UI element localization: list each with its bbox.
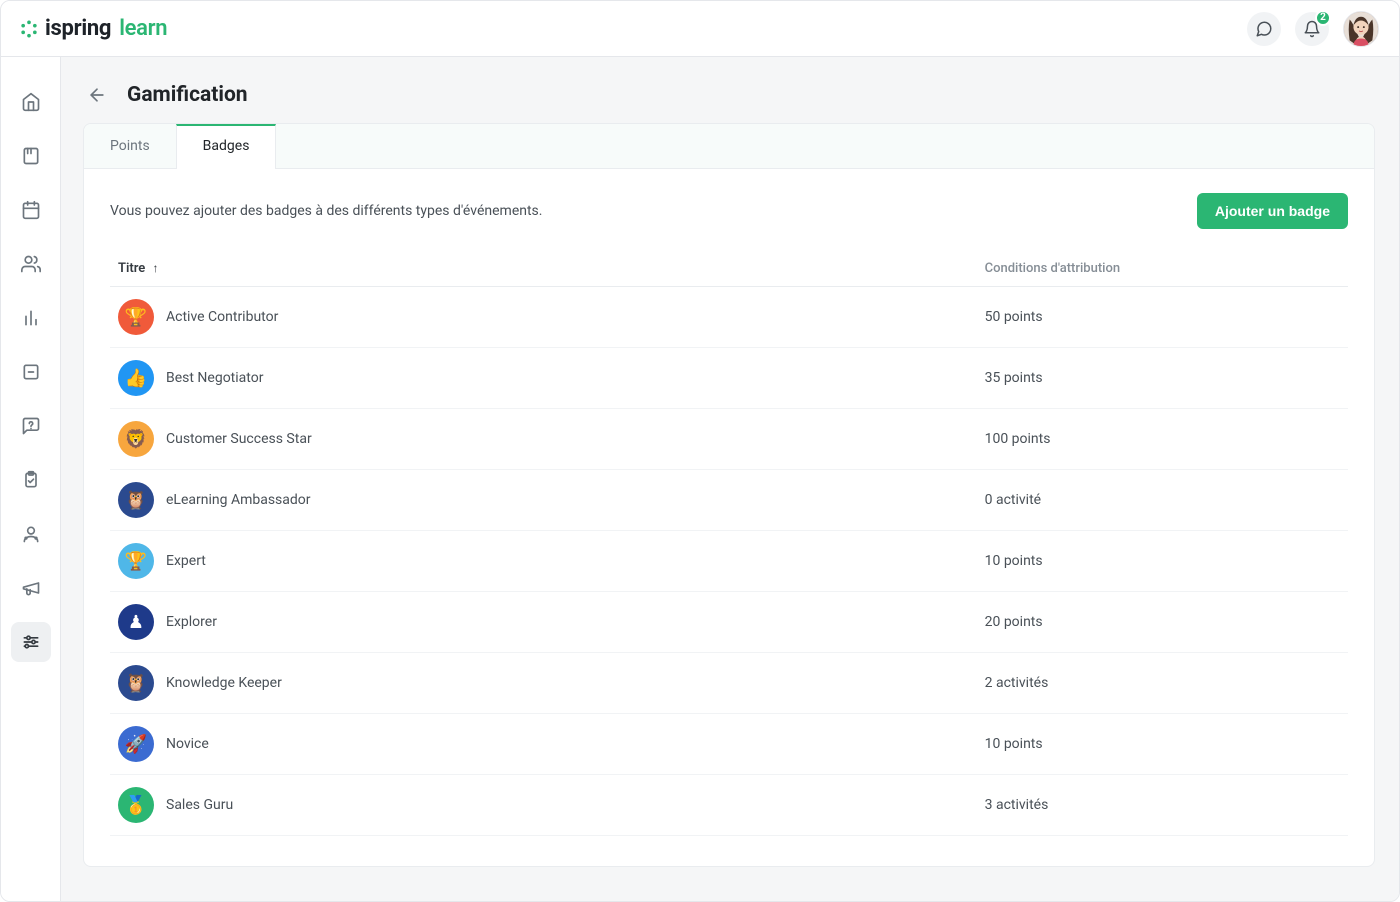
badge-condition: 2 activités: [977, 653, 1348, 714]
top-actions: 2: [1247, 11, 1379, 47]
archive-icon: [21, 362, 41, 382]
badge-title: Explorer: [166, 614, 217, 630]
logo-mark-icon: [19, 19, 39, 39]
nav-help[interactable]: [1, 399, 61, 453]
calendar-icon: [21, 200, 41, 220]
sort-asc-icon: ↑: [153, 261, 159, 275]
courses-icon: [21, 146, 41, 166]
home-icon: [21, 92, 41, 112]
badge-condition: 0 activité: [977, 470, 1348, 531]
page-title: Gamification: [127, 83, 248, 107]
table-row[interactable]: 🏆 Active Contributor 50 points: [110, 287, 1348, 348]
badge-title: eLearning Ambassador: [166, 492, 311, 508]
megaphone-icon: [21, 578, 41, 598]
badge-icon: 🚀: [118, 726, 154, 762]
table-row[interactable]: 🏆 Expert 10 points: [110, 531, 1348, 592]
avatar-icon: [1344, 12, 1378, 46]
sliders-icon: [21, 632, 41, 652]
help-icon: [21, 416, 41, 436]
nav-settings[interactable]: [11, 622, 51, 662]
nav-support[interactable]: [1, 507, 61, 561]
main-panel: Points Badges Vous pouvez ajouter des ba…: [83, 123, 1375, 867]
headset-icon: [21, 524, 41, 544]
nav-home[interactable]: [1, 75, 61, 129]
badge-condition: 35 points: [977, 348, 1348, 409]
clipboard-icon: [21, 470, 41, 490]
col-condition-header[interactable]: Conditions d'attribution: [977, 251, 1348, 287]
chat-button[interactable]: [1247, 12, 1281, 46]
badge-icon: 🏆: [118, 299, 154, 335]
table-row[interactable]: 🦁 Customer Success Star 100 points: [110, 409, 1348, 470]
arrow-left-icon: [87, 85, 107, 105]
logo-text-ispring: ispring: [45, 16, 111, 41]
col-title-header[interactable]: Titre ↑: [110, 251, 977, 287]
badge-condition: 50 points: [977, 287, 1348, 348]
badge-icon: 🦉: [118, 482, 154, 518]
table-row[interactable]: 👍 Best Negotiator 35 points: [110, 348, 1348, 409]
logo-text-learn: learn: [119, 16, 167, 41]
badge-condition: 3 activités: [977, 775, 1348, 836]
badge-icon: 🦉: [118, 665, 154, 701]
badge-title: Best Negotiator: [166, 370, 263, 386]
badge-title: Customer Success Star: [166, 431, 312, 447]
badges-table: Titre ↑ Conditions d'attribution 🏆 Active…: [110, 251, 1348, 836]
badge-title: Novice: [166, 736, 209, 752]
badge-condition: 20 points: [977, 592, 1348, 653]
badge-condition: 100 points: [977, 409, 1348, 470]
table-row[interactable]: 🥇 Sales Guru 3 activités: [110, 775, 1348, 836]
intro-text: Vous pouvez ajouter des badges à des dif…: [110, 203, 542, 219]
page-header: Gamification: [83, 81, 1375, 109]
table-row[interactable]: 🦉 Knowledge Keeper 2 activités: [110, 653, 1348, 714]
badge-title: Knowledge Keeper: [166, 675, 282, 691]
badge-title: Sales Guru: [166, 797, 233, 813]
tabs: Points Badges: [84, 124, 1374, 169]
badge-condition: 10 points: [977, 531, 1348, 592]
badge-title: Expert: [166, 553, 206, 569]
user-avatar[interactable]: [1343, 11, 1379, 47]
badge-icon: 🦁: [118, 421, 154, 457]
back-button[interactable]: [83, 81, 111, 109]
topbar: ispring learn 2: [1, 1, 1399, 57]
chart-icon: [21, 308, 41, 328]
table-row[interactable]: 🦉 eLearning Ambassador 0 activité: [110, 470, 1348, 531]
badge-title: Active Contributor: [166, 309, 278, 325]
notification-count-badge: 2: [1315, 10, 1331, 26]
content-area: Gamification Points Badges Vous pouvez a…: [61, 57, 1399, 901]
badge-icon: 🥇: [118, 787, 154, 823]
nav-courses[interactable]: [1, 129, 61, 183]
logo[interactable]: ispring learn: [19, 16, 167, 41]
nav-reports[interactable]: [1, 291, 61, 345]
tab-badges[interactable]: Badges: [176, 124, 277, 169]
chat-icon: [1255, 20, 1273, 38]
notifications-button[interactable]: 2: [1295, 12, 1329, 46]
table-row[interactable]: 🚀 Novice 10 points: [110, 714, 1348, 775]
badge-icon: 🏆: [118, 543, 154, 579]
tab-points[interactable]: Points: [84, 124, 176, 168]
nav-tasks[interactable]: [1, 453, 61, 507]
intro-row: Vous pouvez ajouter des badges à des dif…: [110, 193, 1348, 229]
table-row[interactable]: ♟ Explorer 20 points: [110, 592, 1348, 653]
badge-condition: 10 points: [977, 714, 1348, 775]
badge-icon: 👍: [118, 360, 154, 396]
side-nav: [1, 57, 61, 901]
nav-users[interactable]: [1, 237, 61, 291]
col-title-label: Titre: [118, 261, 145, 276]
nav-calendar[interactable]: [1, 183, 61, 237]
badge-icon: ♟: [118, 604, 154, 640]
users-icon: [21, 254, 41, 274]
add-badge-button[interactable]: Ajouter un badge: [1197, 193, 1348, 229]
nav-announce[interactable]: [1, 561, 61, 615]
nav-archive[interactable]: [1, 345, 61, 399]
